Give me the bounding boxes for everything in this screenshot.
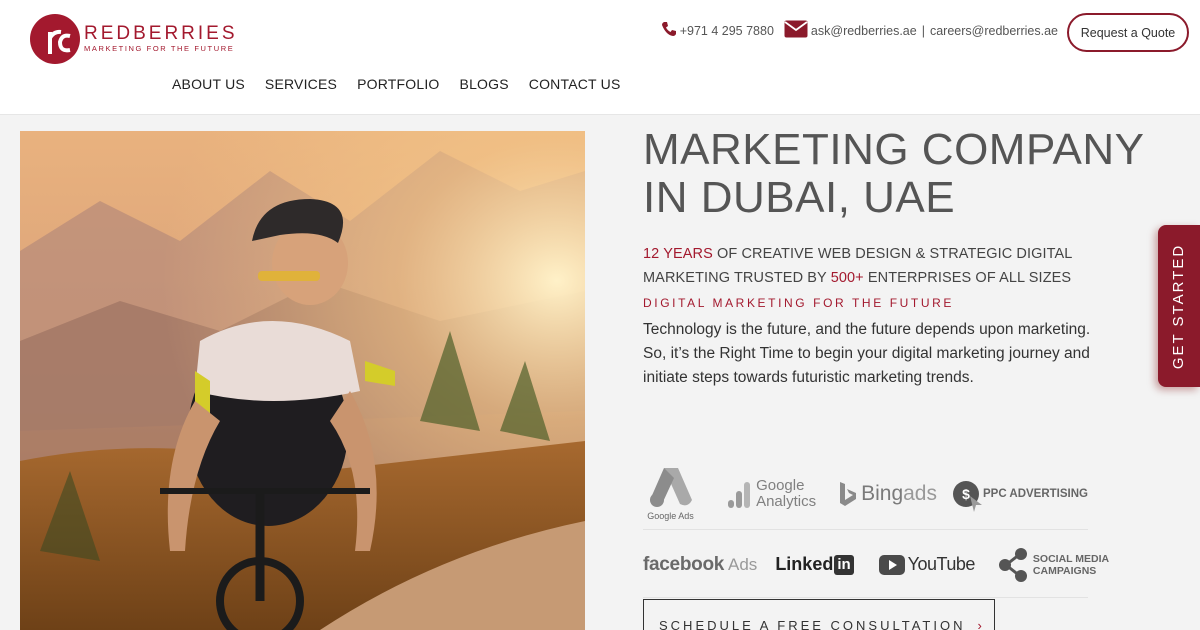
logo-name: REDBERRIES: [84, 23, 238, 44]
bing-ads-label: ads: [903, 481, 937, 505]
social-label-1: SOCIAL MEDIA: [1032, 552, 1110, 565]
bing-label: Bing: [861, 481, 904, 505]
facebook-label: facebook: [643, 553, 725, 575]
careers-link[interactable]: careers@redberries.ae: [930, 24, 1058, 38]
social-media-logo: SOCIAL MEDIA CAMPAIGNS: [998, 547, 1110, 582]
phone-icon: [661, 21, 677, 40]
linkedin-label: Linked: [775, 554, 834, 574]
facebook-ads-label: Ads: [728, 554, 758, 574]
email-link[interactable]: ask@redberries.ae: [811, 24, 917, 38]
years-statement: 12 YEARS OF CREATIVE WEB DESIGN & STRATE…: [643, 242, 1163, 290]
contact-bar: +971 4 295 7880 ask@redberries.ae | care…: [661, 20, 1058, 41]
email-icon: [784, 20, 808, 41]
cursor-icon: [969, 495, 982, 512]
enterprises-highlight: 500+: [830, 270, 864, 286]
nav-blogs[interactable]: BLOGS: [460, 76, 509, 92]
youtube-play-icon: [878, 554, 905, 575]
logo-tagline: MARKETING FOR THE FUTURE: [84, 44, 235, 53]
analytics-bars-icon: [728, 481, 751, 508]
logo[interactable]: REDBERRIES MARKETING FOR THE FUTURE: [30, 14, 238, 64]
linkedin-logo: Linked in: [775, 554, 854, 575]
request-quote-button[interactable]: Request a Quote: [1067, 13, 1189, 52]
google-analytics-label-1: Google: [756, 476, 805, 494]
cta-label: SCHEDULE A FREE CONSULTATION: [659, 618, 966, 630]
google-ads-label: Google Ads: [647, 511, 694, 521]
get-started-label: GET STARTED: [1170, 243, 1188, 369]
years-highlight: 12 YEARS: [643, 246, 713, 262]
nav-contact-us[interactable]: CONTACT US: [529, 76, 621, 92]
phone-link[interactable]: +971 4 295 7880: [680, 24, 774, 38]
social-label-2: CAMPAIGNS: [1032, 564, 1097, 577]
chevron-right-icon: ›: [977, 618, 985, 630]
facebook-ads-logo: facebook Ads: [643, 554, 757, 576]
get-started-tab[interactable]: GET STARTED: [1158, 225, 1200, 387]
ppc-label: PPC ADVERTISING: [982, 487, 1088, 500]
hero-description: Technology is the future, and the future…: [643, 321, 1091, 386]
share-icon: [998, 547, 1027, 582]
google-ads-logo: Google Ads: [645, 466, 696, 521]
schedule-consultation-button[interactable]: SCHEDULE A FREE CONSULTATION ›: [643, 599, 995, 630]
page-title: MARKETING COMPANY IN DUBAI, UAE: [643, 125, 1144, 222]
main-nav: ABOUT US SERVICES PORTFOLIO BLOGS CONTAC…: [172, 76, 641, 92]
kicker-text: DIGITAL MARKETING FOR THE FUTURE: [643, 296, 954, 310]
google-ads-icon: [649, 468, 692, 507]
contact-separator: |: [921, 23, 925, 38]
enterprises-text: ENTERPRISES OF ALL SIZES: [863, 270, 1072, 286]
logo-mark-icon: [30, 14, 80, 64]
hero-content: MARKETING COMPANY IN DUBAI, UAE 12 YEARS…: [643, 126, 1163, 390]
bing-ads-logo: Bing ads: [838, 481, 937, 507]
bing-icon: [840, 481, 857, 506]
nav-services[interactable]: SERVICES: [265, 76, 337, 92]
linkedin-in-icon: in: [834, 554, 854, 575]
nav-portfolio[interactable]: PORTFOLIO: [357, 76, 439, 92]
google-analytics-label-2: Analytics: [756, 492, 817, 510]
youtube-logo: YouTube: [878, 554, 976, 575]
nav-about-us[interactable]: ABOUT US: [172, 76, 245, 92]
youtube-label: YouTube: [907, 554, 976, 574]
google-analytics-logo: Google Analytics: [728, 476, 817, 510]
site-header: REDBERRIES MARKETING FOR THE FUTURE ABOU…: [0, 0, 1200, 115]
partner-logos-row-2: facebook Ads Linked in YouTube SOCIAL ME…: [643, 532, 1109, 598]
hero-cyclist-image: [20, 131, 585, 630]
ppc-advertising-logo: $ PPC ADVERTISING: [952, 480, 1088, 512]
partner-logos-row-1: Google Ads Google Analytics Bing ads $ P…: [643, 458, 1088, 530]
